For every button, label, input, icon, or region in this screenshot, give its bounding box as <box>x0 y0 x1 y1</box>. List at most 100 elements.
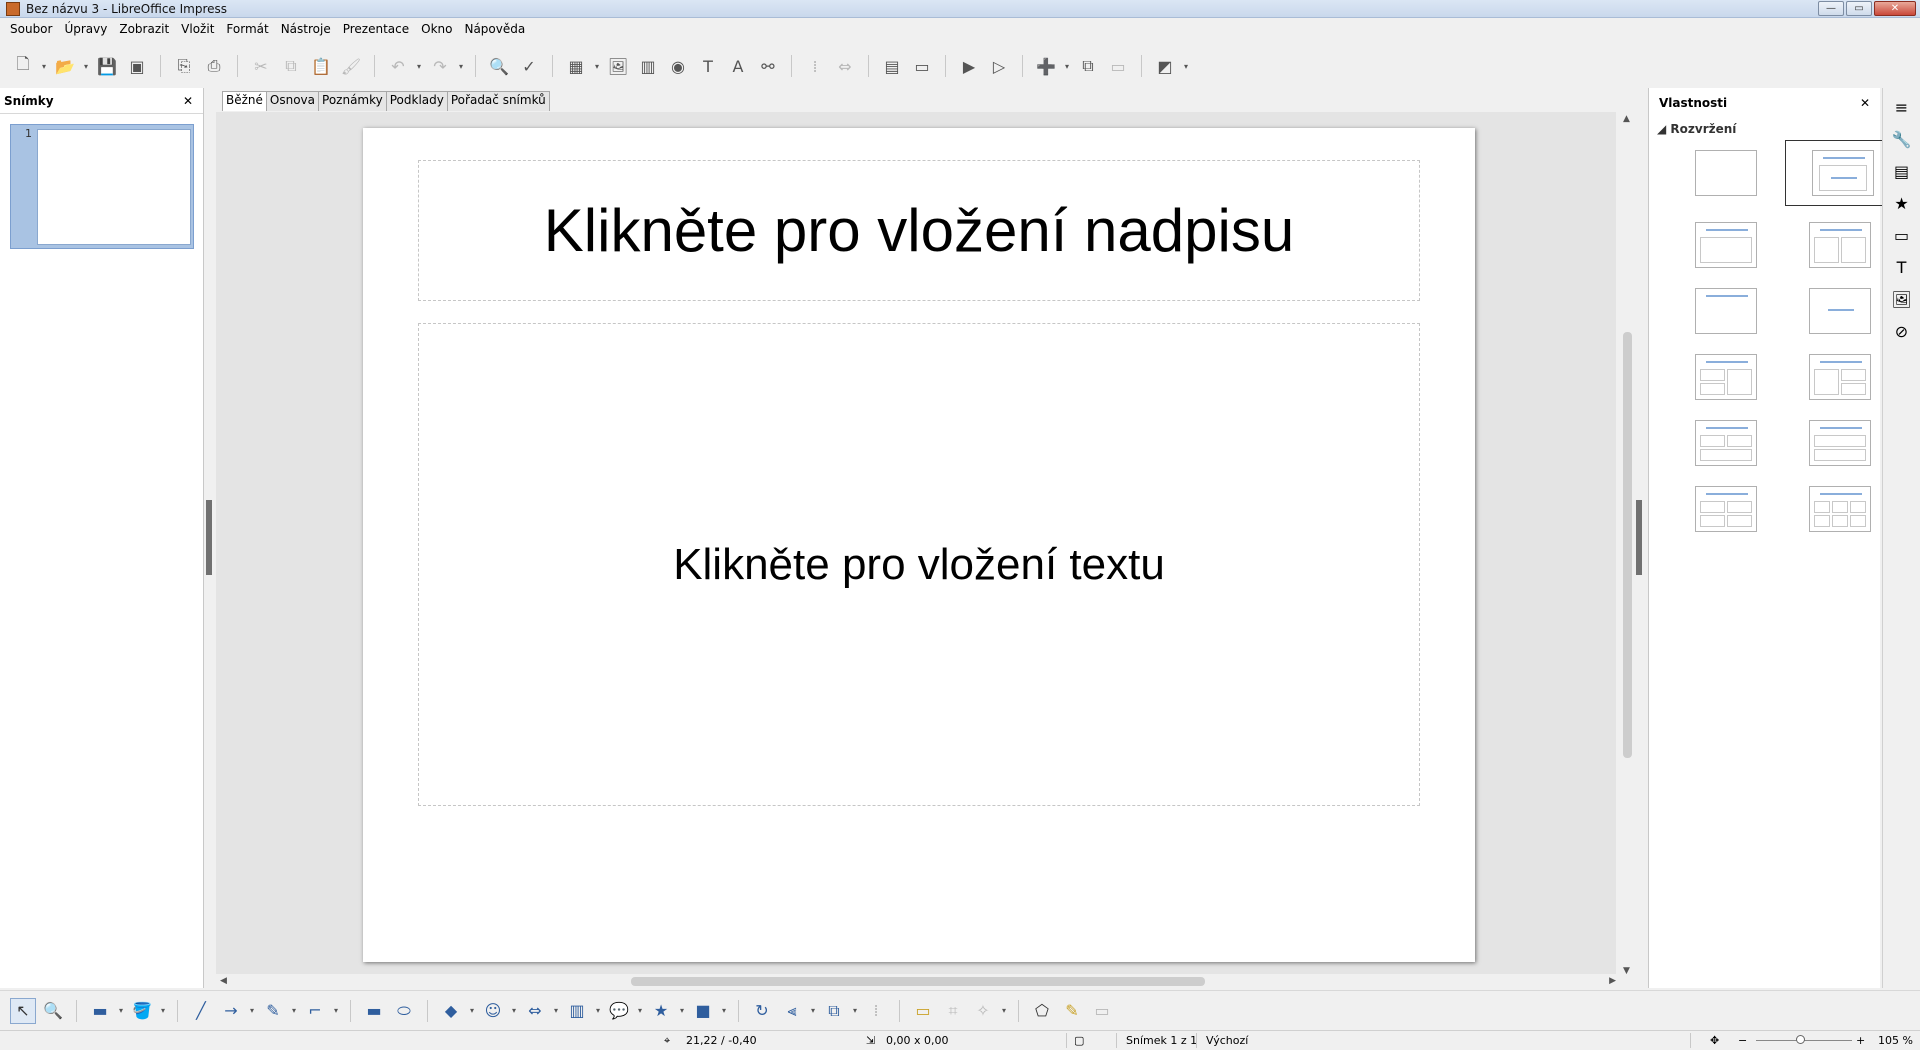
new-document-icon[interactable]: 🗋 <box>10 53 36 79</box>
layout-title-6content[interactable] <box>1783 482 1897 536</box>
paste-icon[interactable]: 📋 <box>308 53 334 79</box>
new-slide-icon[interactable]: ➕ <box>1033 53 1059 79</box>
horizontal-scrollbar[interactable]: ◀ ▶ <box>216 974 1620 988</box>
spelling-icon[interactable]: ✓ <box>516 53 542 79</box>
shadow-icon[interactable]: ▭ <box>910 998 936 1024</box>
arrange-dropdown-arrow-icon[interactable]: ▾ <box>851 1006 859 1015</box>
scroll-right-arrow-icon[interactable]: ▶ <box>1609 976 1616 986</box>
insert-fontwork-icon[interactable]: A <box>725 53 751 79</box>
menu-edit[interactable]: Úpravy <box>58 22 113 36</box>
layout-title-two-content[interactable] <box>1783 218 1897 272</box>
menu-view[interactable]: Zobrazit <box>113 22 175 36</box>
collapse-triangle-icon[interactable]: ◢ <box>1657 122 1666 136</box>
tab-slide-sorter[interactable]: Pořadač snímků <box>446 91 550 111</box>
align-objects-icon[interactable]: ⫷ <box>779 998 805 1024</box>
save-icon[interactable]: 💾 <box>94 53 120 79</box>
connector-icon[interactable]: ⌐ <box>302 998 328 1024</box>
crop-icon[interactable]: ⌗ <box>940 998 966 1024</box>
gallery-icon[interactable]: 🖼 <box>1889 286 1915 312</box>
rectangle-icon[interactable]: ▬ <box>361 998 387 1024</box>
layout-title-content-2[interactable] <box>1669 218 1783 272</box>
scroll-down-arrow-icon[interactable]: ▼ <box>1623 966 1630 976</box>
impress-app-icon[interactable] <box>6 1 20 16</box>
helplines-icon[interactable]: ⇔ <box>832 53 858 79</box>
menu-insert[interactable]: Vložit <box>175 22 220 36</box>
layout-title-2content-content[interactable] <box>1669 350 1783 404</box>
layouts-dropdown-arrow-icon[interactable]: ▾ <box>1182 62 1190 71</box>
redo-dropdown-arrow-icon[interactable]: ▾ <box>457 62 465 71</box>
insert-chart-icon[interactable]: ▥ <box>635 53 661 79</box>
styles-icon[interactable]: T <box>1889 254 1915 280</box>
table-dropdown-arrow-icon[interactable]: ▾ <box>593 62 601 71</box>
insert-image-icon[interactable]: 🖼 <box>605 53 631 79</box>
slide-thumbnail[interactable] <box>37 129 191 245</box>
sidebar-settings-menu-icon[interactable]: ≡ <box>1889 94 1915 120</box>
symbol-shapes-icon[interactable]: ☺ <box>480 998 506 1024</box>
slide-canvas[interactable]: Klikněte pro vložení nadpisu Klikněte pr… <box>363 128 1475 962</box>
navigator-icon[interactable]: ⊘ <box>1889 318 1915 344</box>
layout-title-content-over-content[interactable] <box>1783 416 1897 470</box>
align-dropdown-arrow-icon[interactable]: ▾ <box>809 1006 817 1015</box>
block-arrows-icon[interactable]: ⇔ <box>522 998 548 1024</box>
content-placeholder[interactable]: Klikněte pro vložení textu <box>418 323 1420 806</box>
open-folder-icon[interactable]: 📂 <box>52 53 78 79</box>
redo-icon[interactable]: ↷ <box>427 53 453 79</box>
3d-objects-dropdown-arrow-icon[interactable]: ▾ <box>720 1006 728 1015</box>
master-slide-icon[interactable]: ▤ <box>879 53 905 79</box>
open-dropdown-arrow-icon[interactable]: ▾ <box>82 62 90 71</box>
curve-dropdown-arrow-icon[interactable]: ▾ <box>290 1006 298 1015</box>
layout-title-4content[interactable] <box>1669 482 1783 536</box>
insert-textbox-icon[interactable]: T <box>695 53 721 79</box>
insert-media-icon[interactable]: ◉ <box>665 53 691 79</box>
scroll-left-arrow-icon[interactable]: ◀ <box>220 976 227 986</box>
slide-layouts-icon[interactable]: ◩ <box>1152 53 1178 79</box>
curve-icon[interactable]: ✎ <box>260 998 286 1024</box>
tab-outline[interactable]: Osnova <box>265 91 320 111</box>
slide-thumbnail-selected[interactable]: 1 <box>10 124 194 249</box>
tab-handout[interactable]: Podklady <box>385 91 448 111</box>
callouts-dropdown-arrow-icon[interactable]: ▾ <box>636 1006 644 1015</box>
slides-pane-collapse-handle[interactable] <box>206 500 212 575</box>
arrange-icon[interactable]: ⧉ <box>821 998 847 1024</box>
delete-slide-icon[interactable]: ▭ <box>1105 53 1131 79</box>
line-tool-icon[interactable]: ╱ <box>188 998 214 1024</box>
ellipse-icon[interactable]: ⬭ <box>391 998 417 1024</box>
properties-wrench-icon[interactable]: 🔧 <box>1889 126 1915 152</box>
vertical-scroll-thumb[interactable] <box>1623 332 1632 758</box>
vertical-scrollbar[interactable]: ▲ ▼ <box>1620 112 1634 978</box>
connector-dropdown-arrow-icon[interactable]: ▾ <box>332 1006 340 1015</box>
line-color-icon[interactable]: ▬ <box>87 998 113 1024</box>
select-pointer-icon[interactable]: ↖ <box>10 997 36 1024</box>
scroll-up-arrow-icon[interactable]: ▲ <box>1623 114 1630 124</box>
slide-layout-icon[interactable]: ▭ <box>909 53 935 79</box>
basic-shapes-icon[interactable]: ◆ <box>438 998 464 1024</box>
menu-help[interactable]: Nápověda <box>458 22 531 36</box>
layout-blank[interactable] <box>1669 146 1783 200</box>
flowchart-icon[interactable]: ▥ <box>564 998 590 1024</box>
toggle-extrusion-icon[interactable]: ▭ <box>1089 998 1115 1024</box>
start-from-current-icon[interactable]: ▷ <box>986 53 1012 79</box>
tab-notes[interactable]: Poznámky <box>318 91 387 111</box>
flowchart-dropdown-arrow-icon[interactable]: ▾ <box>594 1006 602 1015</box>
layouts-section-header[interactable]: ◢ Rozvržení <box>1657 122 1736 136</box>
new-slide-dropdown-arrow-icon[interactable]: ▾ <box>1063 62 1071 71</box>
callouts-icon[interactable]: 💬 <box>606 998 632 1024</box>
zoom-level[interactable]: 105 % <box>1878 1034 1913 1047</box>
arrow-line-icon[interactable]: → <box>218 998 244 1024</box>
custom-animation-icon[interactable]: ★ <box>1889 190 1915 216</box>
master-page-name[interactable]: Výchozí <box>1206 1034 1248 1047</box>
fill-color-icon[interactable]: 🪣 <box>129 998 155 1024</box>
undo-icon[interactable]: ↶ <box>385 53 411 79</box>
document-modified-icon[interactable]: ▢ <box>1074 1034 1084 1047</box>
display-grid-icon[interactable]: ⁞ <box>802 53 828 79</box>
layout-title-2content-over-content[interactable] <box>1669 416 1783 470</box>
export-pdf-icon[interactable]: ⎘ <box>171 53 197 79</box>
filter-icon[interactable]: ✧ <box>970 998 996 1024</box>
layout-centered-text[interactable] <box>1783 284 1897 338</box>
filter-dropdown-arrow-icon[interactable]: ▾ <box>1000 1006 1008 1015</box>
arrow-dropdown-arrow-icon[interactable]: ▾ <box>248 1006 256 1015</box>
master-slides-icon[interactable]: ▤ <box>1889 158 1915 184</box>
rotate-icon[interactable]: ↻ <box>749 998 775 1024</box>
glue-points-icon[interactable]: ✎ <box>1059 998 1085 1024</box>
close-window-button[interactable]: ✕ <box>1874 1 1916 16</box>
